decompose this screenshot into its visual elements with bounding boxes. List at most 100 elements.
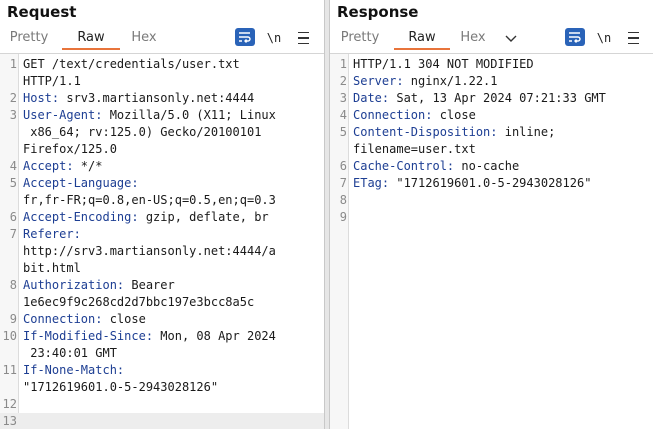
line-number: 12 [2, 397, 17, 411]
request-editor-line[interactable]: 6 Accept-Encoding: gzip, deflate, br [0, 209, 324, 226]
request-pane: Request Pretty Raw Hex \n 1 GET /text/cre… [0, 0, 324, 429]
response-editor-line[interactable]: filename=user.txt [330, 141, 653, 158]
header-name: User-Agent: [23, 108, 103, 122]
header-value: Bearer [124, 278, 175, 292]
line-text: Accept-Encoding: gzip, deflate, br [23, 209, 318, 226]
line-number: 7 [9, 227, 17, 241]
response-editor-line[interactable]: 2 Server: nginx/1.22.1 [330, 73, 653, 90]
request-editor-line[interactable]: 12 [0, 396, 324, 413]
header-value: HTTP/1.1 304 NOT MODIFIED [353, 57, 534, 71]
response-tab-raw[interactable]: Raw [394, 28, 450, 50]
header-value: close [432, 108, 476, 122]
request-editor-line[interactable]: 4 Accept: */* [0, 158, 324, 175]
line-number: 13 [2, 414, 17, 428]
line-number: 9 [339, 210, 347, 224]
request-editor-line[interactable]: 3 User-Agent: Mozilla/5.0 (X11; Linux [0, 107, 324, 124]
line-text: GET /text/credentials/user.txt [23, 56, 318, 73]
line-number: 8 [339, 193, 347, 207]
request-tab-pretty[interactable]: Pretty [6, 28, 52, 50]
request-wrap-lines-button[interactable] [235, 28, 255, 46]
line-text: x86_64; rv:125.0) Gecko/20100101 [23, 124, 318, 141]
header-value: GET /text/credentials/user.txt [23, 57, 240, 71]
request-editor-line[interactable]: Firefox/125.0 [0, 141, 324, 158]
line-text: HTTP/1.1 304 NOT MODIFIED [353, 56, 647, 73]
request-editor-line[interactable]: x86_64; rv:125.0) Gecko/20100101 [0, 124, 324, 141]
response-tab-hex[interactable]: Hex [454, 28, 492, 50]
header-value: no-cache [454, 159, 520, 173]
request-editor-line[interactable]: 5 Accept-Language: [0, 175, 324, 192]
header-name: Referer: [23, 227, 81, 241]
request-tab-raw[interactable]: Raw [62, 28, 120, 50]
line-text: Content-Disposition: inline; [353, 124, 647, 141]
header-name: If-None-Match: [23, 363, 125, 377]
request-tab-hex[interactable]: Hex [124, 28, 164, 50]
request-editor-line[interactable]: fr,fr-FR;q=0.8,en-US;q=0.5,en;q=0.3 [0, 192, 324, 209]
header-value: http://srv3.martiansonly.net:4444/a [23, 244, 276, 258]
response-wrap-lines-button[interactable] [565, 28, 585, 46]
line-text: http://srv3.martiansonly.net:4444/a [23, 243, 318, 260]
request-editor-line[interactable]: 23:40:01 GMT [0, 345, 324, 362]
header-name: Server: [353, 74, 404, 88]
request-editor-line[interactable]: 8 Authorization: Bearer [0, 277, 324, 294]
header-value: x86_64; rv:125.0) Gecko/20100101 [23, 125, 262, 139]
menu-icon-bar [297, 42, 309, 45]
line-text: 1e6ec9f9c268cd2d7bbc197e3bcc8a5c [23, 294, 318, 311]
request-editor-line[interactable]: 13 [0, 413, 324, 429]
request-editor-line[interactable]: bit.html [0, 260, 324, 277]
response-editor-line[interactable]: 9 [330, 209, 653, 226]
header-value: Mon, 08 Apr 2024 [153, 329, 276, 343]
response-editor[interactable]: 1 HTTP/1.1 304 NOT MODIFIED 2 Server: nginx… [330, 53, 653, 429]
line-text: HTTP/1.1 [23, 73, 318, 90]
header-value: nginx/1.22.1 [403, 74, 498, 88]
line-text: Connection: close [353, 107, 647, 124]
request-editor-line[interactable]: 11 If-None-Match: [0, 362, 324, 379]
header-value: "1712619601.0-5-2943028126" [389, 176, 592, 190]
line-number: 2 [339, 74, 347, 88]
header-name: If-Modified-Since: [23, 329, 154, 343]
menu-icon-bar [297, 37, 309, 39]
request-show-newlines-button[interactable]: \n [265, 28, 283, 48]
request-editor[interactable]: 1 GET /text/credentials/user.txt HTTP/1.1 2… [0, 53, 324, 429]
response-show-newlines-button[interactable]: \n [595, 28, 613, 48]
response-editor-line[interactable]: 8 [330, 192, 653, 209]
request-editor-line[interactable]: "1712619601.0-5-2943028126" [0, 379, 324, 396]
line-number: 5 [339, 125, 347, 139]
line-number: 3 [339, 91, 347, 105]
response-editor-line[interactable]: 1 HTTP/1.1 304 NOT MODIFIED [330, 56, 653, 73]
line-number: 4 [339, 108, 347, 122]
header-value: 23:40:01 GMT [23, 346, 117, 360]
header-value: close [102, 312, 146, 326]
response-editor-line[interactable]: 4 Connection: close [330, 107, 653, 124]
response-editor-line[interactable]: 5 Content-Disposition: inline; [330, 124, 653, 141]
line-text: User-Agent: Mozilla/5.0 (X11; Linux [23, 107, 318, 124]
menu-icon-bar [627, 42, 639, 45]
chevron-down-icon [505, 35, 517, 42]
request-menu-button[interactable] [295, 28, 311, 48]
request-editor-line[interactable]: 7 Referer: [0, 226, 324, 243]
request-editor-line[interactable]: HTTP/1.1 [0, 73, 324, 90]
response-editor-line[interactable]: 3 Date: Sat, 13 Apr 2024 07:21:33 GMT [330, 90, 653, 107]
header-value: inline; [497, 125, 556, 139]
response-tab-pretty[interactable]: Pretty [336, 28, 384, 50]
response-menu-button[interactable] [625, 28, 641, 48]
response-editor-line[interactable]: 7 ETag: "1712619601.0-5-2943028126" [330, 175, 653, 192]
header-name: Accept-Encoding: [23, 210, 139, 224]
header-name: Date: [353, 91, 390, 105]
request-editor-line[interactable]: http://srv3.martiansonly.net:4444/a [0, 243, 324, 260]
request-editor-line[interactable]: 2 Host: srv3.martiansonly.net:4444 [0, 90, 324, 107]
line-text: Server: nginx/1.22.1 [353, 73, 647, 90]
menu-icon-bar [627, 37, 639, 39]
request-editor-line[interactable]: 1e6ec9f9c268cd2d7bbc197e3bcc8a5c [0, 294, 324, 311]
header-name: Cache-Control: [353, 159, 455, 173]
response-title: Response [337, 3, 419, 21]
request-title: Request [7, 3, 77, 21]
request-editor-line[interactable]: 9 Connection: close [0, 311, 324, 328]
request-editor-line[interactable]: 1 GET /text/credentials/user.txt [0, 56, 324, 73]
header-value: 1e6ec9f9c268cd2d7bbc197e3bcc8a5c [23, 295, 255, 309]
header-name: Authorization: [23, 278, 125, 292]
response-editor-line[interactable]: 6 Cache-Control: no-cache [330, 158, 653, 175]
request-editor-line[interactable]: 10 If-Modified-Since: Mon, 08 Apr 2024 [0, 328, 324, 345]
response-pane: Response Pretty Raw Hex \n 1 HTTP/1.1 304… [330, 0, 653, 429]
line-number: 11 [2, 363, 17, 377]
response-more-tabs-button[interactable] [502, 28, 520, 50]
